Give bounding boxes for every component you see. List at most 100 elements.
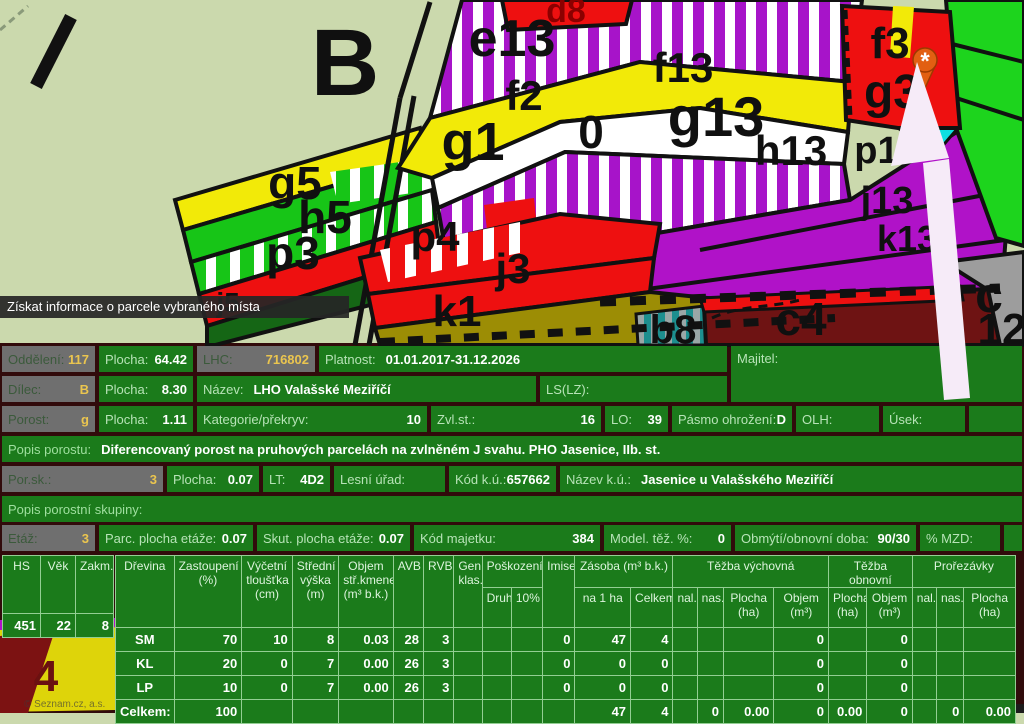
forestry-map-app: B d8 e13 f13 f2 g1 0 g13 h13 f3 g3 p13 j… <box>0 0 1024 713</box>
table-cell: 7 <box>292 676 338 700</box>
field-label: Porost: <box>8 412 49 427</box>
field-value: LHO Valašské Meziříčí <box>253 382 390 397</box>
table-cell <box>454 628 482 652</box>
table-row: SM701080.03283047400 <box>116 628 1016 652</box>
table-cell: 0 <box>774 700 829 724</box>
table-cell <box>673 700 697 724</box>
column-header: Plocha (ha) <box>723 588 774 628</box>
table-cell: KL <box>116 652 175 676</box>
table-cell: 0 <box>543 652 575 676</box>
field-label: Popis porostu: <box>8 442 91 457</box>
field-label: LT: <box>269 472 285 487</box>
column-header: Plocha (ha) <box>828 588 866 628</box>
stand-summary-table: HS Věk Zakm. 451 22 8 <box>2 555 114 638</box>
table-cell <box>828 676 866 700</box>
map-label: p3 <box>266 227 320 279</box>
table-cell <box>697 628 723 652</box>
table-cell: 0 <box>543 628 575 652</box>
field-lt: LT: 4D2 <box>263 466 330 492</box>
column-header: Objem (m³) <box>774 588 829 628</box>
field-mzd: % MZD: <box>920 525 1000 551</box>
field-etaz: Etáž: 3 <box>2 525 95 551</box>
table-cell <box>912 700 936 724</box>
map-label: h13 <box>755 127 827 174</box>
field-label: Kód k.ú.: <box>455 472 506 487</box>
table-cell: 451 <box>3 614 41 638</box>
table-cell <box>828 628 866 652</box>
field-value: 0 <box>718 531 725 546</box>
map-tooltip: Získat informace o parcele vybraného mís… <box>0 296 349 318</box>
field-label: Plocha: <box>105 382 148 397</box>
table-cell: 0 <box>631 676 673 700</box>
field-kod-ku: Kód k.ú.: 657662 <box>449 466 556 492</box>
field-label: Název: <box>203 382 243 397</box>
field-label: Por.sk.: <box>8 472 51 487</box>
field-oddeleni: Oddělení: 117 <box>2 346 95 372</box>
table-cell <box>964 652 1016 676</box>
field-value: D <box>777 412 786 427</box>
table-cell <box>912 628 936 652</box>
field-plocha-dilec: Plocha: 8.30 <box>99 376 193 402</box>
column-header: HS <box>3 556 41 614</box>
field-label: Zvl.st.: <box>437 412 475 427</box>
table-cell: 22 <box>41 614 76 638</box>
field-label: LO: <box>611 412 632 427</box>
field-pasmo: Pásmo ohrožení: D <box>672 406 792 432</box>
table-cell <box>723 676 774 700</box>
table-cell <box>242 700 293 724</box>
table-cell <box>697 652 723 676</box>
field-value: B <box>80 382 89 397</box>
table-row: KL20070.0026300000 <box>116 652 1016 676</box>
field-kategorie: Kategorie/překryv: 10 <box>197 406 427 432</box>
table-cell <box>937 676 964 700</box>
table-cell <box>454 700 482 724</box>
table-cell: 0 <box>774 676 829 700</box>
column-header: nas. <box>697 588 723 628</box>
table-cell: 3 <box>424 676 454 700</box>
field-value: 16 <box>581 412 595 427</box>
table-cell <box>673 652 697 676</box>
field-platnost: Platnost: 01.01.2017-31.12.2026 <box>319 346 727 372</box>
field-value: 8.30 <box>162 382 187 397</box>
field-lslz: LS(LZ): <box>540 376 727 402</box>
table-row: 451 22 8 <box>3 614 114 638</box>
table-cell: 8 <box>76 614 114 638</box>
marker-asterisk: * <box>920 48 930 75</box>
table-cell <box>424 700 454 724</box>
column-group-header: Zásoba (m³ b.k.) <box>575 556 673 588</box>
field-olh: OLH: <box>796 406 879 432</box>
field-label: Dílec: <box>8 382 41 397</box>
field-majitel: Majitel: <box>731 346 1022 402</box>
field-label: Pásmo ohrožení: <box>678 412 776 427</box>
map-label: g13 <box>668 85 765 148</box>
field-lo: LO: 39 <box>605 406 668 432</box>
table-cell <box>482 652 511 676</box>
table-cell: 28 <box>393 628 423 652</box>
field-label: % MZD: <box>926 531 973 546</box>
field-model-tez: Model. těž. %: 0 <box>604 525 731 551</box>
table-cell <box>828 652 866 676</box>
field-zvlst: Zvl.st.: 16 <box>431 406 601 432</box>
field-nazev: Název: LHO Valašské Meziříčí <box>197 376 536 402</box>
column-header: Zakm. <box>76 556 114 614</box>
empty-cell <box>1004 525 1022 551</box>
empty-cell <box>969 406 1022 432</box>
field-label: Oddělení: <box>8 352 64 367</box>
map-label: j13 <box>860 180 914 222</box>
field-plocha-oddeleni: Plocha: 64.42 <box>99 346 193 372</box>
field-label: Etáž: <box>8 531 38 546</box>
table-cell: 3 <box>424 652 454 676</box>
table-cell: 0 <box>575 652 631 676</box>
column-header: nas. <box>937 588 964 628</box>
map-label: g3 <box>864 66 920 119</box>
table-cell: 0.00 <box>828 700 866 724</box>
map-label: f2 <box>505 72 542 119</box>
column-header: Gen. klas. <box>454 556 482 628</box>
table-cell <box>454 676 482 700</box>
field-value: 657662 <box>507 472 550 487</box>
field-label: Model. těž. %: <box>610 531 692 546</box>
field-label: Platnost: <box>325 352 376 367</box>
table-cell <box>937 652 964 676</box>
column-header: Věk <box>41 556 76 614</box>
column-group-header: Těžba obnovní <box>828 556 912 588</box>
